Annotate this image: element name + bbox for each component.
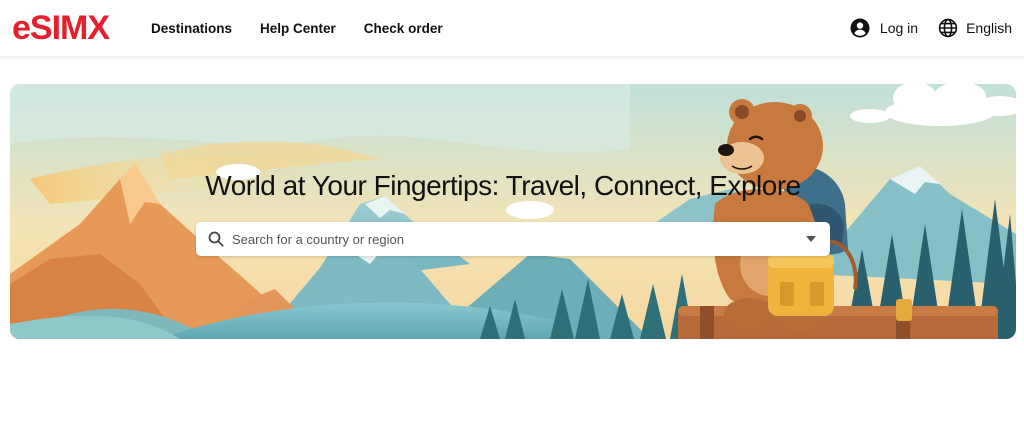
login-button[interactable]: Log in (850, 18, 918, 38)
brand-logo[interactable]: eSIMX (12, 9, 110, 47)
hero-illustration (10, 84, 1016, 339)
nav-item-help-center[interactable]: Help Center (260, 21, 336, 36)
language-label: English (966, 20, 1012, 36)
globe-icon (938, 18, 958, 38)
nav-item-check-order[interactable]: Check order (364, 21, 443, 36)
hero-title: World at Your Fingertips: Travel, Connec… (205, 170, 801, 201)
nav-item-destinations[interactable]: Destinations (151, 21, 232, 36)
destination-search[interactable] (196, 222, 830, 256)
login-label: Log in (879, 20, 919, 36)
hero-banner: World at Your Fingertips: Travel, Connec… (10, 84, 1016, 339)
search-input[interactable] (232, 231, 806, 247)
caret-down-icon[interactable] (806, 236, 816, 242)
user-circle-icon (850, 18, 870, 38)
language-selector[interactable]: English (938, 18, 1012, 38)
main-nav: Destinations Help Center Check order (151, 0, 471, 56)
site-header: eSIMX Destinations Help Center Check ord… (0, 0, 1024, 56)
search-icon (208, 231, 224, 247)
header-tools: Log in English (850, 0, 1012, 56)
